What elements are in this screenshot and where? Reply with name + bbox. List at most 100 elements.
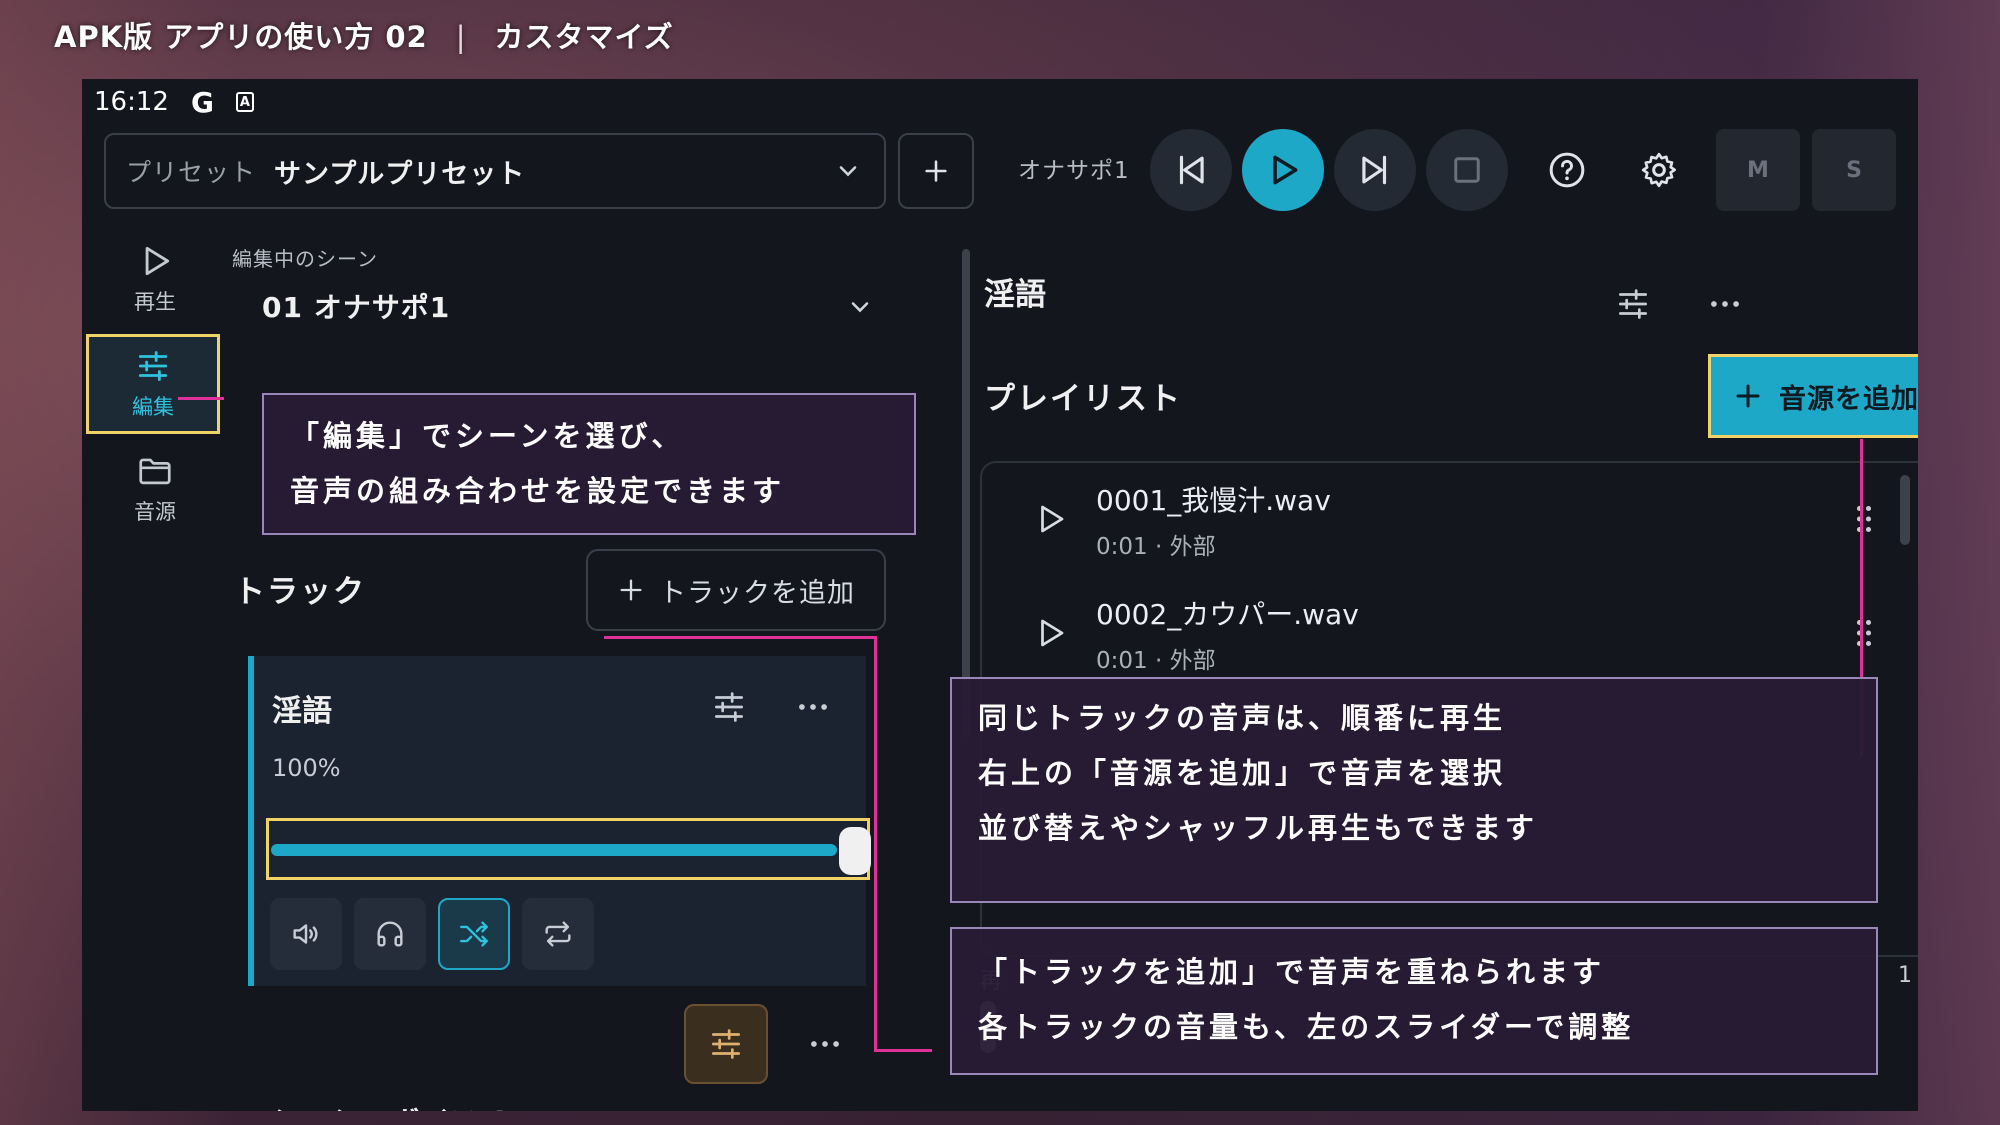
video-title-sub: カスタマイズ [494, 20, 674, 54]
playlist-item-name: 0002_カウパー.wav [1096, 598, 1359, 631]
scene-scrollbar[interactable] [962, 249, 970, 737]
callout-connector [178, 397, 224, 400]
next-button[interactable] [1334, 129, 1416, 211]
add-source-button[interactable]: 音源を追加 [1708, 354, 1918, 438]
equalizer-icon[interactable] [710, 688, 748, 726]
video-title-main: APK版 アプリの使い方 02 [54, 20, 428, 54]
play-button[interactable] [1242, 129, 1324, 211]
sidebar-item-play[interactable]: 再生 [88, 229, 222, 329]
volume-slider[interactable] [266, 818, 871, 880]
editing-scene-label: 編集中のシーン [232, 247, 378, 271]
more-icon[interactable] [1706, 285, 1744, 323]
callout-line: 並び替えやシャッフル再生もできます [978, 811, 1538, 845]
gear-icon [1641, 152, 1676, 188]
sliders-icon [138, 351, 168, 381]
preset-value: サンプルプリセット [274, 158, 526, 190]
shuffle-icon [460, 921, 488, 947]
sidebar-item-edit[interactable]: 編集 [86, 334, 220, 434]
track-2-equalizer-button[interactable] [684, 1004, 768, 1084]
stop-button[interactable] [1426, 129, 1508, 211]
add-preset-button[interactable] [898, 133, 974, 209]
headphones-button[interactable] [354, 898, 426, 970]
skip-previous-icon [1179, 155, 1204, 185]
callout-line: 「編集」でシーンを選び、 [290, 419, 685, 453]
more-icon[interactable] [794, 688, 832, 726]
more-icon[interactable] [806, 1025, 844, 1063]
playlist-item-name: 0001_我慢汁.wav [1096, 484, 1331, 517]
callout-connector [874, 1049, 932, 1052]
skip-next-icon [1362, 155, 1387, 185]
a-icon: A [235, 92, 254, 112]
playlist-title: プレイリスト [984, 381, 1182, 417]
drag-handle-icon[interactable] [1846, 501, 1882, 537]
previous-button[interactable] [1150, 129, 1232, 211]
plus-icon [1736, 384, 1760, 408]
callout-playlist: 同じトラックの音声は、順番に再生 右上の「音源を追加」で音声を選択 並び替えやシ… [950, 677, 1878, 903]
current-scene-name: オナサポ1 [1018, 158, 1130, 184]
track-name-2: シコシコボイス_L [270, 1098, 513, 1111]
settings-button[interactable] [1618, 129, 1700, 211]
speaker-icon [293, 924, 318, 944]
repeat-button[interactable] [522, 898, 594, 970]
tracks-title: トラック [234, 574, 366, 610]
solo-button[interactable]: S [1812, 129, 1896, 211]
video-title: APK版 アプリの使い方 02 | カスタマイズ [54, 14, 674, 56]
add-source-label: 音源を追加 [1779, 383, 1918, 415]
callout-connector [874, 636, 877, 1052]
top-bar: プリセット サンプルプリセット オナサポ1 M S [82, 129, 1918, 215]
add-track-label: トラックを追加 [659, 577, 855, 609]
track-card[interactable]: 淫語 100% [248, 656, 871, 986]
play-icon [145, 246, 170, 276]
callout-line: 「トラックを追加」で音声を重ねられます [978, 955, 1606, 989]
callout-line: 同じトラックの音声は、順番に再生 [978, 701, 1507, 735]
sidebar-item-label: 再生 [134, 290, 176, 314]
plus-icon [620, 579, 642, 601]
preset-label: プリセット [126, 158, 257, 187]
sidebar-item-sources[interactable]: 音源 [88, 439, 222, 539]
detail-title: 淫語 [984, 277, 1046, 313]
playlist-item-meta: 0:01 · 外部 [1096, 648, 1216, 674]
volume-slider-fill [271, 844, 837, 856]
callout-edit: 「編集」でシーンを選び、 音声の組み合わせを設定できます [262, 393, 916, 535]
app-window: 16:12 G A プリセット サンプルプリセット オナサポ1 M S 再生 編… [82, 79, 1918, 1111]
preset-select[interactable]: プリセット サンプルプリセット [104, 133, 886, 209]
play-icon[interactable] [1032, 615, 1068, 651]
callout-connector [604, 636, 876, 639]
clock: 16:12 [94, 87, 169, 117]
plus-icon [925, 160, 947, 182]
chevron-down-icon [851, 302, 869, 313]
drag-handle-icon[interactable] [1846, 615, 1882, 651]
hidden-value-peek: 1 [1898, 963, 1912, 988]
play-icon [1273, 155, 1298, 185]
track-name: 淫語 [272, 694, 332, 729]
headphones-icon [377, 921, 403, 947]
stop-icon [1454, 157, 1480, 183]
google-icon: G [190, 85, 214, 119]
folder-icon [139, 458, 171, 485]
playlist-scrollbar[interactable] [1900, 475, 1910, 545]
scene-select[interactable]: 01 オナサポ1 [232, 269, 882, 343]
play-icon[interactable] [1032, 501, 1068, 537]
status-bar: 16:12 G A [82, 79, 1918, 125]
title-separator: | [455, 20, 467, 54]
help-button[interactable] [1526, 129, 1608, 211]
volume-slider-handle[interactable] [839, 827, 871, 875]
callout-line: 音声の組み合わせを設定できます [290, 474, 786, 508]
repeat-icon [545, 921, 571, 947]
sidebar-item-label: 編集 [132, 395, 174, 419]
speaker-button[interactable] [270, 898, 342, 970]
shuffle-button[interactable] [438, 898, 510, 970]
sidebar: 再生 編集 音源 [82, 229, 220, 1109]
list-item[interactable]: 0002_カウパー.wav 0:01 · 外部 [982, 585, 1882, 685]
sidebar-item-label: 音源 [134, 500, 176, 524]
callout-line: 右上の「音源を追加」で音声を選択 [978, 756, 1507, 790]
playlist-item-meta: 0:01 · 外部 [1096, 534, 1216, 560]
equalizer-icon [711, 1029, 741, 1059]
add-track-button[interactable]: トラックを追加 [586, 549, 886, 631]
callout-tracks: 「トラックを追加」で音声を重ねられます 各トラックの音量も、左のスライダーで調整 [950, 927, 1878, 1075]
mute-button[interactable]: M [1716, 129, 1800, 211]
chevron-down-icon [839, 166, 857, 177]
equalizer-icon[interactable] [1614, 285, 1652, 323]
scene-select-value: 01 オナサポ1 [262, 291, 451, 324]
list-item[interactable]: 0001_我慢汁.wav 0:01 · 外部 [982, 471, 1882, 571]
